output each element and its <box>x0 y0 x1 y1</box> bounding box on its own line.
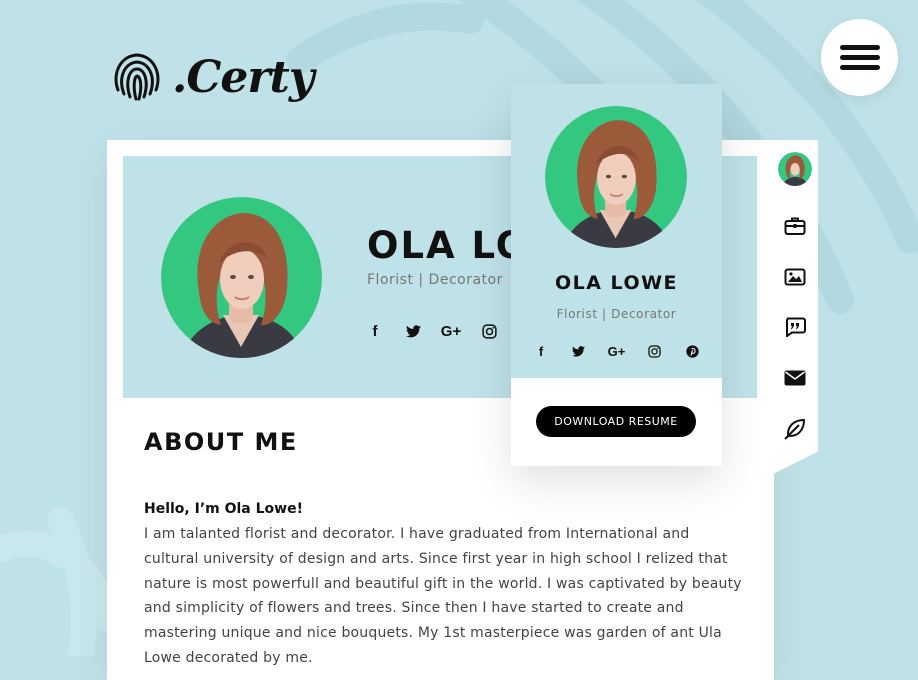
hamburger-icon <box>840 45 880 50</box>
bio-line: and simplicity of flowers and trees. Sin… <box>144 600 684 617</box>
brand-name: .Certy <box>172 51 314 103</box>
about-greeting: Hello, I’m Ola Lowe! <box>144 501 303 517</box>
hamburger-icon-bar <box>840 55 880 60</box>
facebook-icon[interactable]: f <box>529 340 553 362</box>
briefcase-icon <box>784 217 806 235</box>
nav-resume[interactable] <box>777 208 813 244</box>
nav-portfolio[interactable] <box>777 259 813 295</box>
google-plus-icon[interactable]: G+ <box>605 340 629 362</box>
about-title: ABOUT ME <box>144 428 298 456</box>
google-plus-icon[interactable]: G+ <box>439 320 463 342</box>
profile-role: Florist | Decorator <box>367 272 503 288</box>
facebook-icon[interactable]: f <box>363 320 387 342</box>
avatar <box>545 106 687 248</box>
instagram-icon[interactable] <box>477 320 501 342</box>
avatar-portrait <box>545 106 687 248</box>
pinterest-icon[interactable] <box>680 340 704 362</box>
bio-line: nature is most powerfull and beautiful g… <box>144 575 742 592</box>
popup-role: Florist | Decorator <box>556 307 677 321</box>
menu-button[interactable] <box>821 19 898 96</box>
hamburger-icon-bar <box>840 65 880 70</box>
side-navigation <box>771 140 818 475</box>
popup-social-links: f G+ <box>529 340 704 362</box>
portfolio-image-icon <box>784 268 806 286</box>
nav-profile[interactable] <box>777 151 813 187</box>
about-bio: I am talanted florist and decorator. I h… <box>144 522 744 671</box>
quote-icon <box>786 317 806 337</box>
popup-header: OLA LOWE Florist | Decorator f G+ <box>511 84 722 378</box>
brand-logo[interactable]: .Certy <box>110 50 314 104</box>
profile-popup-card: OLA LOWE Florist | Decorator f G+ DOWNLO… <box>511 84 722 466</box>
avatar <box>161 197 322 358</box>
twitter-icon[interactable] <box>567 340 591 362</box>
avatar <box>778 152 812 186</box>
bio-line: Lowe decorated by me. <box>144 649 313 666</box>
social-links: f G+ <box>363 320 501 342</box>
fingerprint-icon <box>114 53 160 101</box>
nav-contact[interactable] <box>777 360 813 396</box>
nav-testimonials[interactable] <box>777 309 813 345</box>
bio-line: I am talanted florist and decorator. I h… <box>144 526 690 542</box>
avatar-portrait <box>161 197 322 358</box>
popup-name: OLA LOWE <box>554 272 679 294</box>
feather-icon <box>784 418 806 440</box>
instagram-icon[interactable] <box>642 340 666 362</box>
envelope-icon <box>784 370 806 386</box>
download-resume-button[interactable]: DOWNLOAD RESUME <box>536 406 696 437</box>
bio-line: mastering unique and nice bouquets. My 1… <box>144 625 722 642</box>
twitter-icon[interactable] <box>401 320 425 342</box>
nav-blog[interactable] <box>777 411 813 447</box>
bio-line: cultural university of design and arts. … <box>144 550 728 567</box>
